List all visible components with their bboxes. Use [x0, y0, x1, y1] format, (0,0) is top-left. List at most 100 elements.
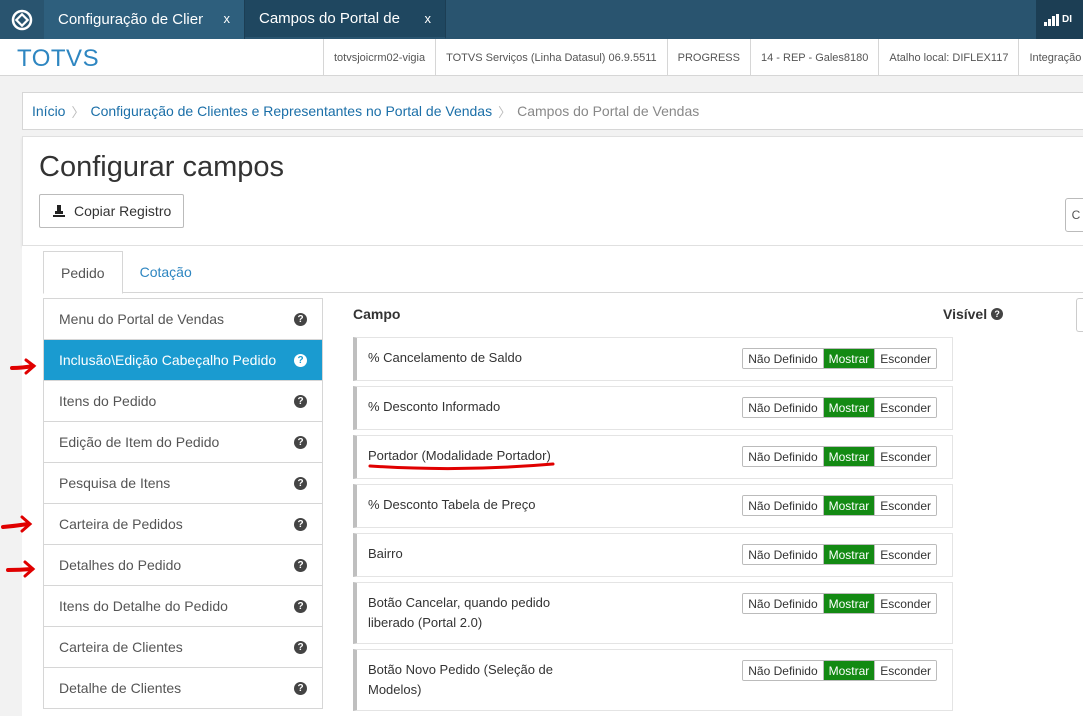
menu-item-label: Carteira de Pedidos — [59, 516, 183, 532]
menu-item-label: Edição de Item do Pedido — [59, 434, 220, 450]
stamp-icon — [53, 205, 65, 217]
option-nao-definido[interactable]: Não Definido — [743, 398, 823, 417]
option-mostrar[interactable]: Mostrar — [822, 545, 875, 564]
field-row: Botão Novo Pedido (Seleção de Modelos) N… — [353, 649, 953, 711]
visibility-toggle: Não Definido Mostrar Esconder — [742, 593, 937, 614]
menu-item-pesquisa-itens[interactable]: Pesquisa de Itens? — [44, 463, 322, 504]
option-nao-definido[interactable]: Não Definido — [743, 661, 823, 680]
connection-status[interactable]: DI — [1036, 0, 1083, 39]
window-tab-title: Campos do Portal de Vendas — [259, 10, 404, 27]
help-icon[interactable]: ? — [294, 476, 307, 490]
menu-item-detalhe-clientes[interactable]: Detalhe de Clientes? — [44, 668, 322, 709]
window-tab-title: Configuração de Clien — [58, 11, 203, 28]
option-nao-definido[interactable]: Não Definido — [743, 594, 823, 613]
menu-item-label: Carteira de Clientes — [59, 639, 183, 655]
info-bar: TOTVS totvsjoicrm02-vigia TOTVS Serviços… — [0, 39, 1083, 76]
field-label-line: liberado (Portal 2.0) — [368, 615, 483, 630]
help-icon[interactable]: ? — [294, 599, 307, 613]
field-label: Botão Novo Pedido (Seleção de Modelos) — [368, 660, 583, 700]
option-mostrar[interactable]: Mostrar — [822, 661, 875, 680]
partial-action-button[interactable]: C — [1065, 198, 1083, 232]
help-icon[interactable]: ? — [294, 640, 307, 654]
visibility-toggle: Não Definido Mostrar Esconder — [742, 660, 937, 681]
help-icon[interactable]: ? — [991, 308, 1004, 320]
environment-info: totvsjoicrm02-vigia TOTVS Serviços (Linh… — [323, 39, 1083, 76]
field-label: Bairro — [368, 544, 583, 564]
breadcrumb-home[interactable]: Início — [32, 103, 65, 119]
field-row: % Cancelamento de Saldo Não Definido Mos… — [353, 337, 953, 381]
option-esconder[interactable]: Esconder — [874, 661, 936, 680]
option-nao-definido[interactable]: Não Definido — [743, 447, 823, 466]
help-icon[interactable]: ? — [294, 394, 307, 408]
option-esconder[interactable]: Esconder — [874, 594, 936, 613]
tab-cotacao[interactable]: Cotação — [123, 251, 209, 293]
option-nao-definido[interactable]: Não Definido — [743, 545, 823, 564]
help-icon[interactable]: ? — [294, 312, 307, 326]
field-label-line: Bairro — [368, 546, 403, 561]
field-label-line: % Desconto Tabela de Preço — [368, 497, 536, 512]
option-nao-definido[interactable]: Não Definido — [743, 496, 823, 515]
copy-record-button[interactable]: Copiar Registro — [39, 194, 184, 228]
visibility-toggle: Não Definido Mostrar Esconder — [742, 544, 937, 565]
option-mostrar[interactable]: Mostrar — [822, 349, 875, 368]
option-nao-definido[interactable]: Não Definido — [743, 349, 823, 368]
menu-item-label: Detalhe de Clientes — [59, 680, 182, 696]
signal-bars-icon — [1044, 13, 1059, 26]
menu-item-cabecalho-pedido[interactable]: Inclusão\Edição Cabeçalho Pedido? — [44, 340, 322, 381]
option-esconder[interactable]: Esconder — [874, 496, 936, 515]
info-integration[interactable]: Integração — [1018, 39, 1083, 76]
app-logo-icon[interactable] — [0, 0, 44, 39]
info-company: 14 - REP - Gales8180 — [749, 39, 878, 76]
help-icon[interactable]: ? — [294, 353, 307, 367]
option-mostrar[interactable]: Mostrar — [822, 496, 875, 515]
info-database: PROGRESS — [666, 39, 750, 76]
help-icon[interactable]: ? — [294, 681, 307, 695]
menu-item-carteira-clientes[interactable]: Carteira de Clientes? — [44, 627, 322, 668]
close-icon[interactable]: x — [224, 11, 231, 26]
option-esconder[interactable]: Esconder — [874, 545, 936, 564]
visibility-toggle: Não Definido Mostrar Esconder — [742, 495, 937, 516]
field-label-line: Modelos) — [368, 682, 422, 697]
menu-item-label: Detalhes do Pedido — [59, 557, 182, 573]
field-label-line: % Desconto Informado — [368, 399, 501, 414]
window-tab-config-clientes[interactable]: Configuração de Clien x — [44, 0, 245, 39]
option-mostrar[interactable]: Mostrar — [822, 398, 875, 417]
visibility-toggle: Não Definido Mostrar Esconder — [742, 446, 937, 467]
section-menu: Menu do Portal de Vendas? Inclusão\Ediçã… — [43, 298, 323, 709]
menu-item-label: Itens do Detalhe do Pedido — [59, 598, 228, 614]
menu-item-detalhes-pedido[interactable]: Detalhes do Pedido? — [44, 545, 322, 586]
main-content: Pedido Cotação Menu do Portal de Vendas?… — [22, 246, 1083, 716]
menu-item-edicao-item[interactable]: Edição de Item do Pedido? — [44, 422, 322, 463]
field-label-line: Portador (Modalidade Portador) — [368, 448, 551, 463]
option-mostrar[interactable]: Mostrar — [822, 594, 875, 613]
partial-control[interactable] — [1076, 298, 1083, 332]
field-row: Bairro Não Definido Mostrar Esconder — [353, 533, 953, 577]
help-icon[interactable]: ? — [294, 517, 307, 531]
option-esconder[interactable]: Esconder — [874, 447, 936, 466]
column-header-visivel: Visível? — [943, 306, 1004, 322]
field-row: Botão Cancelar, quando pedido liberado (… — [353, 582, 953, 644]
close-icon[interactable]: x — [425, 11, 432, 26]
menu-item-itens-pedido[interactable]: Itens do Pedido? — [44, 381, 322, 422]
menu-item-label: Inclusão\Edição Cabeçalho Pedido — [59, 352, 277, 368]
field-label-line: % Cancelamento de Saldo — [368, 350, 522, 365]
option-esconder[interactable]: Esconder — [874, 398, 936, 417]
breadcrumb-separator-icon: 〉 — [498, 104, 512, 120]
info-shortcut: Atalho local: DIFLEX117 — [878, 39, 1018, 76]
breadcrumb-parent[interactable]: Configuração de Clientes e Representante… — [90, 103, 492, 119]
breadcrumb-separator-icon: 〉 — [71, 104, 85, 120]
option-esconder[interactable]: Esconder — [874, 349, 936, 368]
tab-pedido[interactable]: Pedido — [43, 251, 123, 294]
menu-item-itens-detalhe[interactable]: Itens do Detalhe do Pedido? — [44, 586, 322, 627]
field-label-line: Botão Novo Pedido (Seleção de — [368, 662, 554, 677]
menu-item-carteira-pedidos[interactable]: Carteira de Pedidos? — [44, 504, 322, 545]
menu-item-label: Itens do Pedido — [59, 393, 157, 409]
menu-item-menu-portal[interactable]: Menu do Portal de Vendas? — [44, 299, 322, 340]
breadcrumb: Início 〉 Configuração de Clientes e Repr… — [22, 92, 1083, 130]
help-icon[interactable]: ? — [294, 435, 307, 449]
window-tab-campos-portal[interactable]: Campos do Portal de Vendas x — [245, 0, 446, 39]
field-label-line: Botão Cancelar, quando pedido — [368, 595, 551, 610]
help-icon[interactable]: ? — [294, 558, 307, 572]
option-mostrar[interactable]: Mostrar — [822, 447, 875, 466]
page-header: Configurar campos Copiar Registro C — [22, 136, 1083, 246]
